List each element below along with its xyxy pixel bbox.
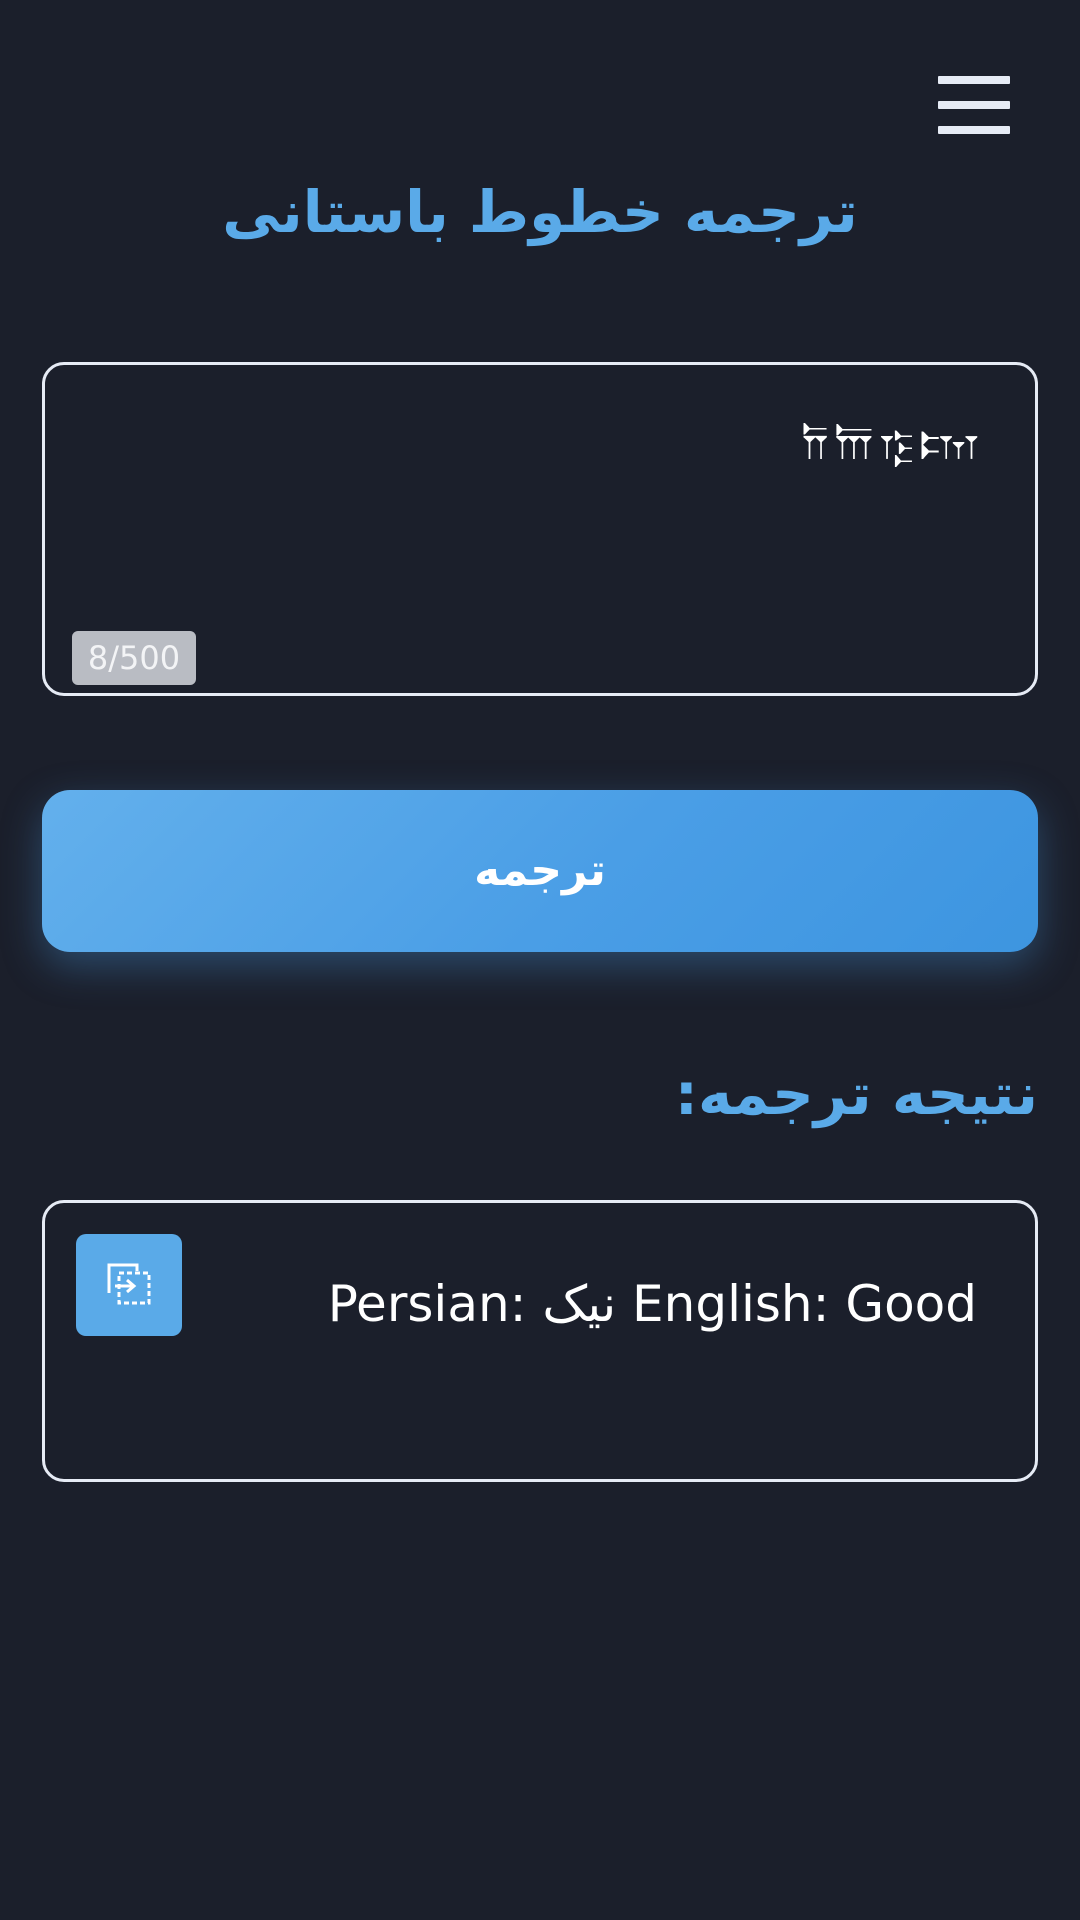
app-screen: ترجمه خطوط باستانی 𐎭𐎠𐎿𐎫 8/500 ترجمه نتیج… <box>0 0 1080 1920</box>
character-counter: 8/500 <box>72 631 196 685</box>
result-text: Persian: نیک English: Good <box>327 1275 977 1333</box>
result-box: Persian: نیک English: Good <box>42 1200 1038 1482</box>
menu-bar <box>938 76 1010 84</box>
copy-icon <box>107 1263 151 1305</box>
hamburger-menu-icon[interactable] <box>938 76 1010 134</box>
page-title: ترجمه خطوط باستانی <box>222 178 858 246</box>
result-heading: نتیجه ترجمه: <box>674 1060 1038 1128</box>
input-text: 𐎭𐎠𐎿𐎫 <box>801 419 985 470</box>
script-input-field[interactable]: 𐎭𐎠𐎿𐎫 8/500 <box>42 362 1038 696</box>
menu-bar <box>938 126 1010 134</box>
translate-button[interactable]: ترجمه <box>42 790 1038 952</box>
menu-bar <box>938 101 1010 109</box>
copy-button[interactable] <box>76 1234 182 1336</box>
